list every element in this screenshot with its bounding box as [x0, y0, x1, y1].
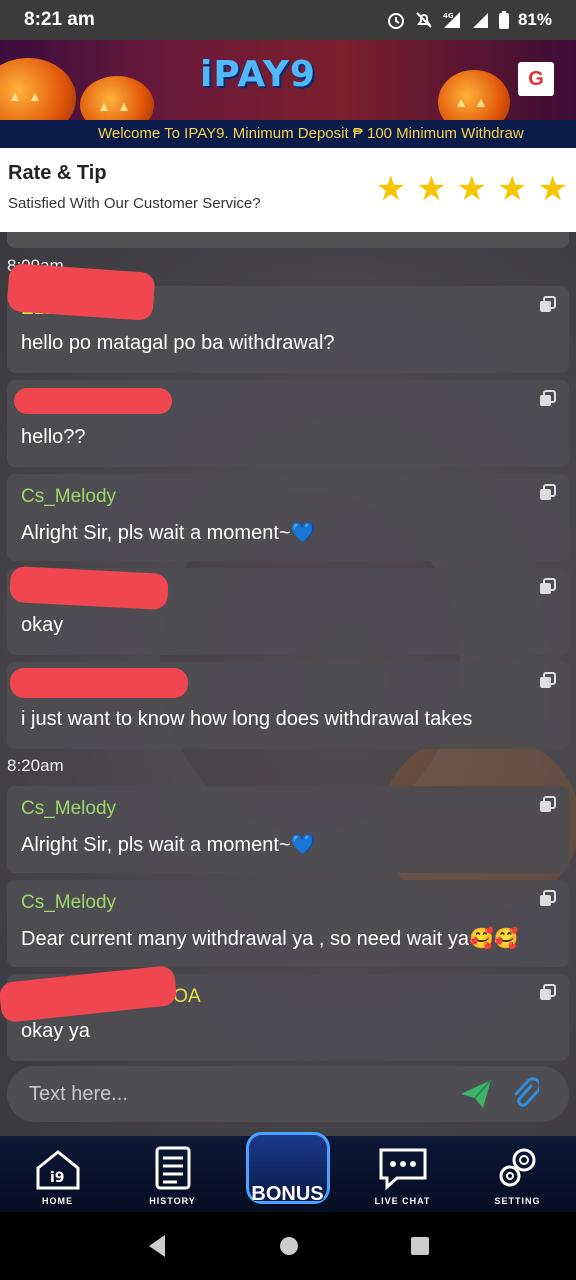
signal-4g-icon: 4G: [443, 12, 460, 28]
star-rating[interactable]: ★ ★ ★ ★ ★: [376, 172, 568, 206]
home-icon: i9: [36, 1150, 79, 1190]
nav-setting-label: SETTING: [494, 1196, 541, 1206]
status-bar: 8:21 am 4G 81%: [0, 0, 576, 40]
previous-message: [7, 232, 569, 248]
battery-icon: [498, 11, 509, 29]
message-text: okay: [21, 614, 64, 636]
announcement-marquee: Welcome To IPAY9. Minimum Deposit ₱ 100 …: [0, 120, 576, 148]
star-icon[interactable]: ★: [416, 172, 446, 206]
copy-icon[interactable]: [539, 296, 557, 314]
battery-level: 81%: [517, 10, 552, 29]
history-icon: [155, 1146, 190, 1190]
copy-icon[interactable]: [539, 578, 557, 596]
alarm-icon: [387, 13, 404, 29]
nav-home[interactable]: i9 HOME: [0, 1136, 115, 1212]
svg-text:i9: i9: [50, 1170, 65, 1186]
time-divider: 8:20am: [7, 756, 64, 775]
message-text: i just want to know how long does withdr…: [21, 708, 473, 730]
pumpkin-icon: ▲▲: [438, 70, 510, 120]
copy-icon[interactable]: [539, 796, 557, 814]
copy-icon[interactable]: [539, 484, 557, 502]
copy-icon[interactable]: [539, 390, 557, 408]
message-text: Alright Sir, pls wait a moment~💙: [21, 522, 316, 544]
home-button-icon[interactable]: [278, 1235, 300, 1257]
message-text: Alright Sir, pls wait a moment~💙: [21, 834, 316, 856]
system-nav-bar: [0, 1212, 576, 1280]
gear-icon: [499, 1148, 535, 1187]
pumpkin-icon: ▲▲: [0, 58, 76, 120]
nav-live-chat[interactable]: LIVE CHAT: [345, 1136, 460, 1212]
message-input[interactable]: Text here...: [29, 1083, 128, 1106]
status-icons: 4G 81%: [386, 10, 552, 30]
chat-icon: [379, 1148, 426, 1190]
signal-icon: [472, 13, 488, 28]
brand-logo: iPAY9: [200, 54, 316, 95]
promo-banner: ▲▲ ▲▲ ▲▲ iPAY9 G: [0, 40, 576, 120]
chat-message: Cs_Melody Alright Sir, pls wait a moment…: [7, 786, 569, 873]
message-sender: Cs_Melody: [21, 486, 117, 507]
star-icon[interactable]: ★: [457, 172, 487, 206]
nav-home-label: HOME: [42, 1196, 73, 1206]
chat-message: Cs_Melody Dear current many withdrawal y…: [7, 880, 569, 967]
back-icon[interactable]: [145, 1233, 169, 1259]
send-icon[interactable]: [459, 1078, 493, 1110]
message-text: hello??: [21, 426, 86, 448]
message-text: okay ya: [21, 1020, 90, 1042]
rate-panel: Rate & Tip Satisfied With Our Customer S…: [0, 148, 576, 232]
translate-icon[interactable]: G: [518, 62, 554, 96]
nav-history[interactable]: HISTORY: [115, 1136, 230, 1212]
star-icon[interactable]: ★: [376, 172, 406, 206]
message-sender: Cs_Melody: [21, 798, 117, 819]
copy-icon[interactable]: [539, 984, 557, 1002]
redaction-mark: [6, 262, 156, 322]
status-time: 8:21 am: [24, 9, 95, 30]
star-icon[interactable]: ★: [497, 172, 527, 206]
nav-setting[interactable]: SETTING: [460, 1136, 575, 1212]
recents-icon[interactable]: [409, 1235, 431, 1257]
pumpkin-icon: ▲▲: [80, 76, 154, 120]
message-text: Dear current many withdrawal ya , so nee…: [21, 928, 519, 950]
message-text: hello po matagal po ba withdrawal?: [21, 332, 335, 354]
chat-message: Cs_Melody Alright Sir, pls wait a moment…: [7, 474, 569, 561]
redaction-mark: [10, 668, 188, 698]
svg-text:4G: 4G: [443, 12, 454, 20]
nav-live-chat-label: LIVE CHAT: [374, 1196, 431, 1206]
copy-icon[interactable]: [539, 672, 557, 690]
nav-bonus[interactable]: BONUS: [230, 1132, 345, 1212]
bottom-nav: i9 HOME HISTORY BONUS LIVE CHAT SETTING: [0, 1132, 576, 1212]
copy-icon[interactable]: [539, 890, 557, 908]
nav-history-label: HISTORY: [149, 1196, 196, 1206]
message-sender: Cs_Melody: [21, 892, 117, 913]
attach-icon[interactable]: [511, 1076, 539, 1110]
message-composer[interactable]: Text here...: [7, 1066, 569, 1122]
star-icon[interactable]: ★: [538, 172, 568, 206]
redaction-mark: [14, 388, 172, 414]
chat-area[interactable]: 8:09am ELLA ...A hello po matagal po ba …: [0, 232, 576, 1136]
mute-icon: [416, 12, 432, 28]
nav-bonus-label: BONUS: [251, 1183, 324, 1205]
